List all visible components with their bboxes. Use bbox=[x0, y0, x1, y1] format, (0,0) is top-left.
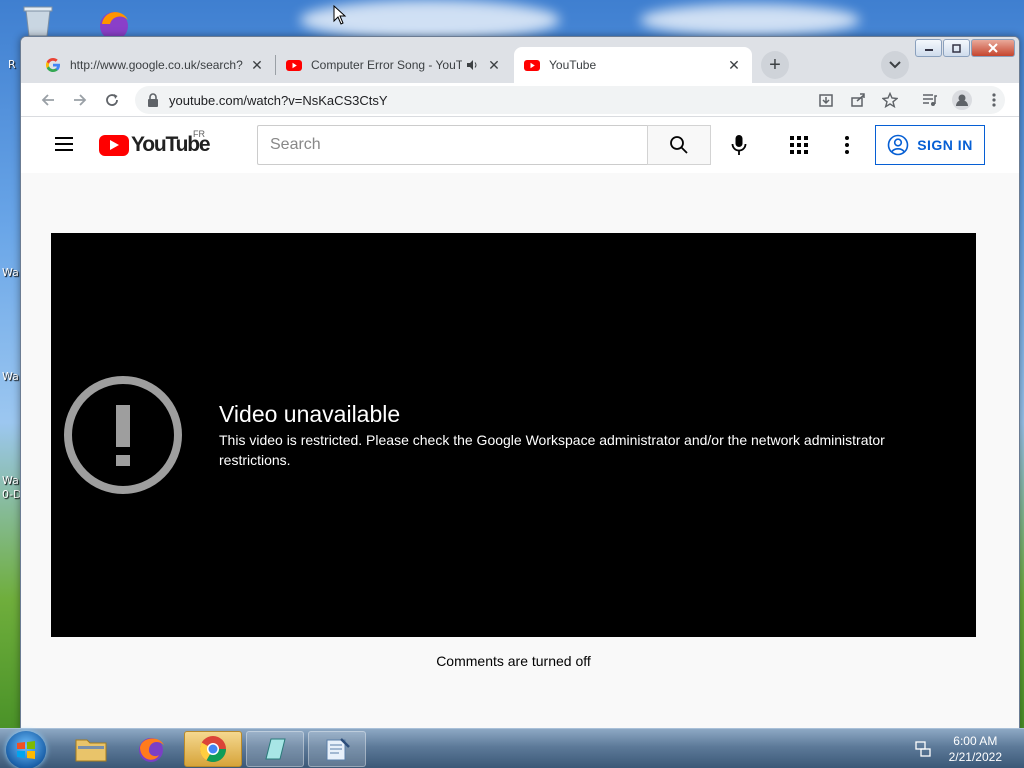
star-icon bbox=[882, 92, 898, 108]
error-message: This video is restricted. Please check t… bbox=[219, 432, 885, 468]
playlist-icon bbox=[923, 94, 937, 106]
country-code: FR bbox=[193, 129, 205, 139]
desktop-icon-label: R bbox=[8, 58, 16, 71]
chevron-down-icon bbox=[889, 61, 901, 69]
microphone-icon bbox=[731, 135, 747, 155]
desktop-icon-label: Wa bbox=[2, 370, 19, 383]
chrome-icon bbox=[199, 736, 227, 763]
taskbar: 6:00 AM 2/21/2022 bbox=[0, 728, 1024, 768]
back-arrow-icon bbox=[41, 94, 54, 106]
browser-menu-button[interactable] bbox=[983, 89, 1005, 111]
search-icon bbox=[670, 136, 688, 154]
error-title: Video unavailable bbox=[219, 401, 401, 427]
mouse-cursor-icon bbox=[333, 5, 347, 25]
youtube-page: YouTube FR Search SIGN IN Video unavaila… bbox=[21, 117, 1019, 731]
new-tab-button[interactable]: + bbox=[761, 51, 789, 79]
firefox-icon bbox=[139, 738, 164, 762]
lock-icon bbox=[148, 93, 158, 107]
bookmark-button[interactable] bbox=[879, 89, 901, 111]
desktop-icon-label: 0-D bbox=[2, 488, 22, 501]
youtube-header: YouTube FR Search SIGN IN bbox=[21, 117, 1019, 173]
forward-arrow-icon bbox=[74, 94, 87, 106]
search-button[interactable] bbox=[647, 125, 711, 165]
start-button[interactable] bbox=[6, 731, 46, 768]
tab-title: Computer Error Song - YouTube bbox=[311, 58, 462, 72]
install-icon bbox=[819, 94, 833, 107]
folder-icon bbox=[75, 739, 107, 762]
browser-window: http://www.google.co.uk/search? ✕ Comput… bbox=[20, 36, 1020, 732]
firefox-desktop-icon[interactable] bbox=[92, 6, 136, 40]
taskbar-app-glass[interactable] bbox=[246, 731, 304, 767]
tab-google-search[interactable]: http://www.google.co.uk/search? ✕ bbox=[35, 47, 275, 83]
youtube-icon bbox=[524, 60, 540, 71]
minimize-icon bbox=[924, 49, 933, 51]
youtube-icon bbox=[286, 60, 302, 71]
account-circle-icon bbox=[887, 134, 909, 156]
video-player[interactable]: Video unavailable This video is restrict… bbox=[51, 233, 976, 637]
tab-search-button[interactable] bbox=[881, 51, 909, 79]
address-bar[interactable]: youtube.com/watch?v=NsKaCS3CtsY bbox=[135, 86, 1005, 114]
address-url: youtube.com/watch?v=NsKaCS3CtsY bbox=[169, 92, 388, 108]
tab-close-icon[interactable]: ✕ bbox=[486, 57, 502, 74]
browser-toolbar: youtube.com/watch?v=NsKaCS3CtsY bbox=[21, 83, 1019, 117]
youtube-play-icon bbox=[99, 134, 129, 156]
tab-strip: http://www.google.co.uk/search? ✕ Comput… bbox=[21, 37, 1019, 83]
restore-icon bbox=[951, 44, 961, 53]
close-window-button[interactable] bbox=[971, 39, 1015, 57]
reload-icon bbox=[106, 94, 118, 106]
glass-app-icon bbox=[265, 738, 286, 760]
sign-in-label: SIGN IN bbox=[917, 137, 973, 153]
window-controls bbox=[915, 39, 1015, 57]
back-button[interactable] bbox=[37, 89, 59, 111]
comments-status: Comments are turned off bbox=[436, 653, 591, 669]
taskbar-notepad[interactable] bbox=[308, 731, 366, 767]
google-icon bbox=[46, 58, 60, 72]
desktop-icon-label: Wa bbox=[2, 266, 19, 279]
media-control-button[interactable] bbox=[919, 89, 941, 111]
youtube-logo[interactable]: YouTube FR bbox=[99, 129, 211, 157]
minimize-button[interactable] bbox=[915, 39, 942, 57]
reload-button[interactable] bbox=[101, 89, 123, 111]
close-icon bbox=[988, 43, 998, 53]
taskbar-chrome[interactable] bbox=[184, 731, 242, 767]
search-input[interactable]: Search bbox=[257, 125, 647, 165]
apps-grid-icon[interactable] bbox=[789, 135, 809, 155]
recycle-bin-icon[interactable] bbox=[20, 4, 56, 38]
settings-more-icon[interactable] bbox=[841, 133, 853, 157]
windows-logo-icon bbox=[17, 741, 35, 759]
tab-youtube[interactable]: YouTube ✕ bbox=[514, 47, 752, 83]
error-exclamation-icon bbox=[64, 376, 182, 494]
taskbar-explorer[interactable] bbox=[62, 731, 120, 767]
forward-button[interactable] bbox=[69, 89, 91, 111]
speaker-audio-icon[interactable] bbox=[466, 58, 480, 72]
tab-title: YouTube bbox=[549, 58, 597, 72]
voice-search-button[interactable] bbox=[727, 133, 751, 157]
profile-button[interactable] bbox=[951, 89, 973, 111]
clock-date: 2/21/2022 bbox=[948, 750, 1002, 764]
kebab-menu-icon bbox=[992, 93, 996, 107]
avatar-icon bbox=[952, 90, 972, 110]
clock-time: 6:00 AM bbox=[953, 734, 998, 748]
notepad-icon bbox=[326, 738, 350, 761]
hamburger-menu-icon[interactable] bbox=[55, 137, 73, 151]
network-tray-icon[interactable] bbox=[914, 740, 932, 758]
clock[interactable]: 6:00 AM 2/21/2022 bbox=[949, 733, 1002, 765]
tab-close-icon[interactable]: ✕ bbox=[726, 57, 742, 74]
tab-computer-error-song[interactable]: Computer Error Song - YouTube ✕ bbox=[276, 47, 512, 83]
tab-title: http://www.google.co.uk/search? bbox=[70, 58, 243, 72]
tab-close-icon[interactable]: ✕ bbox=[249, 57, 265, 74]
desktop-icon-label: Wa bbox=[2, 474, 19, 487]
share-icon bbox=[851, 93, 865, 107]
maximize-button[interactable] bbox=[943, 39, 970, 57]
sign-in-button[interactable]: SIGN IN bbox=[875, 125, 985, 165]
taskbar-firefox[interactable] bbox=[122, 731, 180, 767]
install-app-button[interactable] bbox=[815, 89, 837, 111]
share-button[interactable] bbox=[847, 89, 869, 111]
